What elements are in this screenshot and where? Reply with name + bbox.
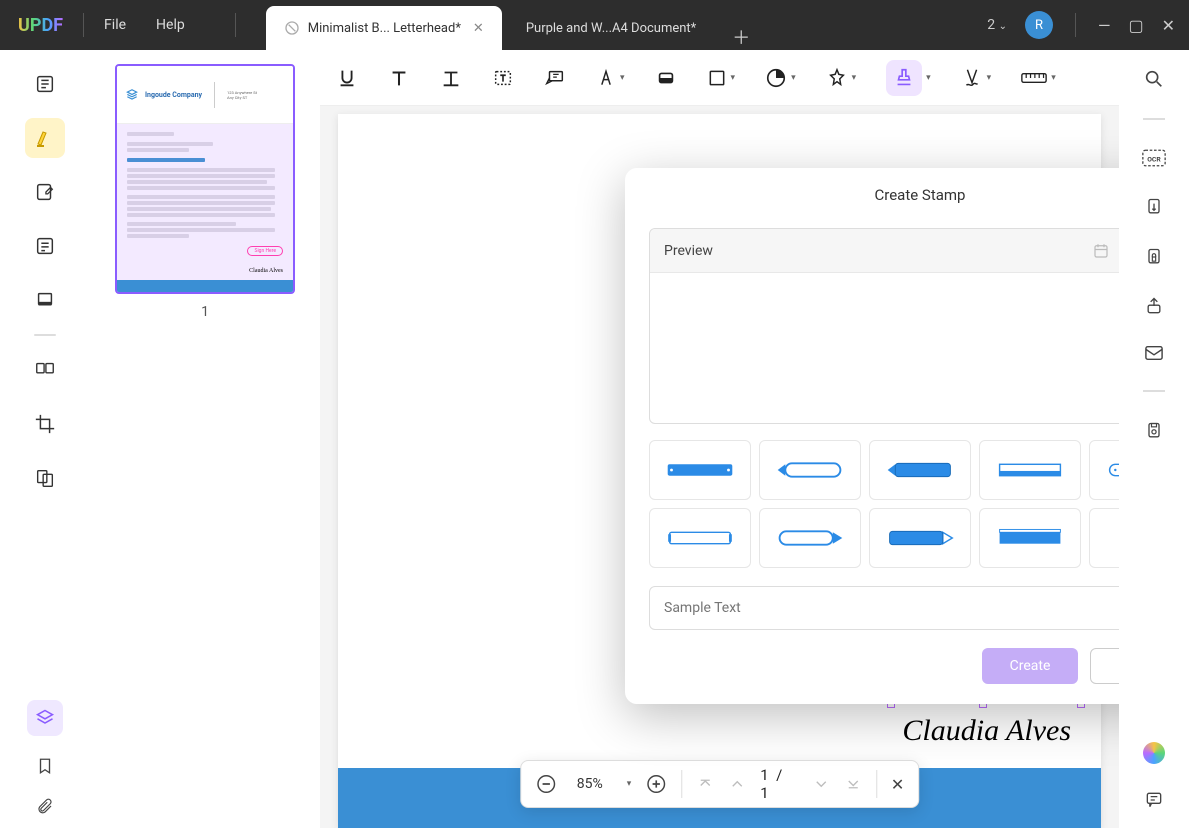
tab-2[interactable]: Purple and W...A4 Document* bbox=[508, 6, 714, 50]
share-button[interactable] bbox=[1144, 296, 1164, 316]
preview-box: Preview bbox=[649, 228, 1119, 424]
thumbnail-page-number: 1 bbox=[201, 304, 209, 320]
right-rail: OCR bbox=[1119, 50, 1189, 828]
compare-tool[interactable] bbox=[25, 458, 65, 498]
typewriter-tool[interactable] bbox=[440, 67, 462, 89]
zoom-dropdown[interactable]: ▾ bbox=[627, 779, 632, 789]
maximize-icon[interactable]: ▢ bbox=[1128, 16, 1143, 35]
preview-area bbox=[650, 273, 1119, 423]
eraser-tool[interactable] bbox=[655, 67, 677, 89]
company-logo-icon bbox=[125, 88, 139, 102]
convert-button[interactable] bbox=[1144, 196, 1164, 218]
pin-tool[interactable]: ▾ bbox=[826, 67, 857, 89]
prev-page-button[interactable] bbox=[728, 775, 746, 793]
zoom-percent[interactable]: 85% bbox=[577, 776, 603, 792]
shape-tool[interactable]: ▾ bbox=[707, 68, 736, 88]
stamp-text-input[interactable] bbox=[649, 586, 1119, 630]
ocr-button[interactable]: OCR bbox=[1142, 148, 1166, 168]
signature-text: Claudia Alves bbox=[902, 714, 1071, 748]
eraser-icon bbox=[284, 20, 300, 36]
thumb-sign-here: Sign Here bbox=[247, 246, 283, 256]
measure-tool[interactable]: ▾ bbox=[1021, 69, 1056, 87]
tab-1[interactable]: Minimalist B... Letterhead* ✕ bbox=[266, 6, 502, 50]
stamp-shape-5[interactable] bbox=[1089, 440, 1119, 500]
calendar-icon[interactable] bbox=[1092, 242, 1110, 260]
text-tool[interactable] bbox=[388, 67, 410, 89]
save-button[interactable] bbox=[1144, 420, 1164, 442]
stamp-shape-8[interactable] bbox=[869, 508, 971, 568]
page-indicator[interactable]: 1 / 1 bbox=[760, 766, 798, 802]
protect-button[interactable] bbox=[1144, 246, 1164, 268]
left-rail bbox=[0, 50, 90, 828]
reader-tool[interactable] bbox=[25, 64, 65, 104]
tab-1-label: Minimalist B... Letterhead* bbox=[308, 21, 461, 36]
document-tabs: Minimalist B... Letterhead* ✕ Purple and… bbox=[266, 0, 751, 50]
bookmark-button[interactable] bbox=[36, 756, 54, 776]
document-area: ▾ ▾ ▾ ▾ ▾ ▾ ▾ tionery). That heading des… bbox=[320, 50, 1119, 828]
layers-button[interactable] bbox=[27, 700, 63, 736]
window-count[interactable]: 2 ⌄ bbox=[987, 17, 1007, 33]
underline-tool[interactable] bbox=[336, 67, 358, 89]
theme-button[interactable] bbox=[1143, 742, 1165, 764]
menu-file[interactable]: File bbox=[104, 17, 126, 33]
stamp-shape-4[interactable] bbox=[979, 440, 1081, 500]
signature-tool[interactable]: ▾ bbox=[961, 66, 992, 90]
titlebar: UPDF File Help Minimalist B... Letterhea… bbox=[0, 0, 1189, 50]
stamp-shape-3[interactable] bbox=[869, 440, 971, 500]
zoom-bar: 85% ▾ 1 / 1 ✕ bbox=[520, 760, 920, 808]
thumbnail-panel: Ingoude Company 123 Anywhere StAny City … bbox=[90, 50, 320, 828]
stamp-shape-grid bbox=[625, 424, 1119, 568]
app-logo: UPDF bbox=[18, 15, 63, 36]
email-button[interactable] bbox=[1143, 344, 1165, 362]
attachment-button[interactable] bbox=[36, 796, 54, 816]
search-button[interactable] bbox=[1143, 68, 1165, 90]
svg-text:OCR: OCR bbox=[1147, 155, 1161, 163]
cancel-button[interactable]: Cancel bbox=[1090, 648, 1119, 684]
workspace: Ingoude Company 123 Anywhere StAny City … bbox=[0, 50, 1189, 828]
create-button[interactable]: Create bbox=[982, 648, 1079, 684]
close-zoombar-button[interactable]: ✕ bbox=[891, 775, 904, 794]
stamp-tool[interactable]: ▾ bbox=[886, 60, 931, 96]
stamp-shape-1[interactable] bbox=[649, 440, 751, 500]
first-page-button[interactable] bbox=[696, 775, 714, 793]
tab-2-label: Purple and W...A4 Document* bbox=[526, 21, 696, 36]
redact-tool[interactable] bbox=[25, 280, 65, 320]
sticker-tool[interactable]: ▾ bbox=[765, 67, 796, 89]
close-icon[interactable]: ✕ bbox=[473, 21, 484, 36]
zoom-in-button[interactable] bbox=[645, 773, 667, 795]
preview-label: Preview bbox=[664, 243, 713, 259]
next-page-button[interactable] bbox=[812, 775, 830, 793]
annotation-toolbar: ▾ ▾ ▾ ▾ ▾ ▾ ▾ bbox=[320, 50, 1119, 106]
stamp-shape-6[interactable] bbox=[649, 508, 751, 568]
callout-tool[interactable] bbox=[544, 67, 566, 89]
avatar[interactable]: R bbox=[1025, 11, 1053, 39]
highlight-tool[interactable] bbox=[25, 118, 65, 158]
dialog-title: Create Stamp bbox=[625, 168, 1119, 218]
pencil-tool[interactable]: ▾ bbox=[596, 67, 625, 89]
comment-panel-button[interactable] bbox=[1144, 790, 1164, 810]
last-page-button[interactable] bbox=[844, 775, 862, 793]
page-thumbnail-1[interactable]: Ingoude Company 123 Anywhere StAny City … bbox=[115, 64, 295, 294]
create-stamp-dialog: Create Stamp Preview bbox=[625, 168, 1119, 704]
stamp-shape-9[interactable] bbox=[979, 508, 1081, 568]
form-tool[interactable] bbox=[25, 226, 65, 266]
menu-help[interactable]: Help bbox=[156, 17, 185, 33]
textbox-tool[interactable] bbox=[492, 67, 514, 89]
minimize-icon[interactable]: — bbox=[1098, 16, 1111, 35]
stamp-shape-10[interactable] bbox=[1089, 508, 1119, 568]
zoom-out-button[interactable] bbox=[535, 773, 557, 795]
stamp-shape-2[interactable] bbox=[759, 440, 861, 500]
add-tab-button[interactable]: ＋ bbox=[732, 24, 750, 50]
organize-tool[interactable] bbox=[25, 350, 65, 390]
close-window-icon[interactable]: ✕ bbox=[1162, 16, 1175, 35]
stamp-shape-7[interactable] bbox=[759, 508, 861, 568]
crop-tool[interactable] bbox=[25, 404, 65, 444]
edit-tool[interactable] bbox=[25, 172, 65, 212]
